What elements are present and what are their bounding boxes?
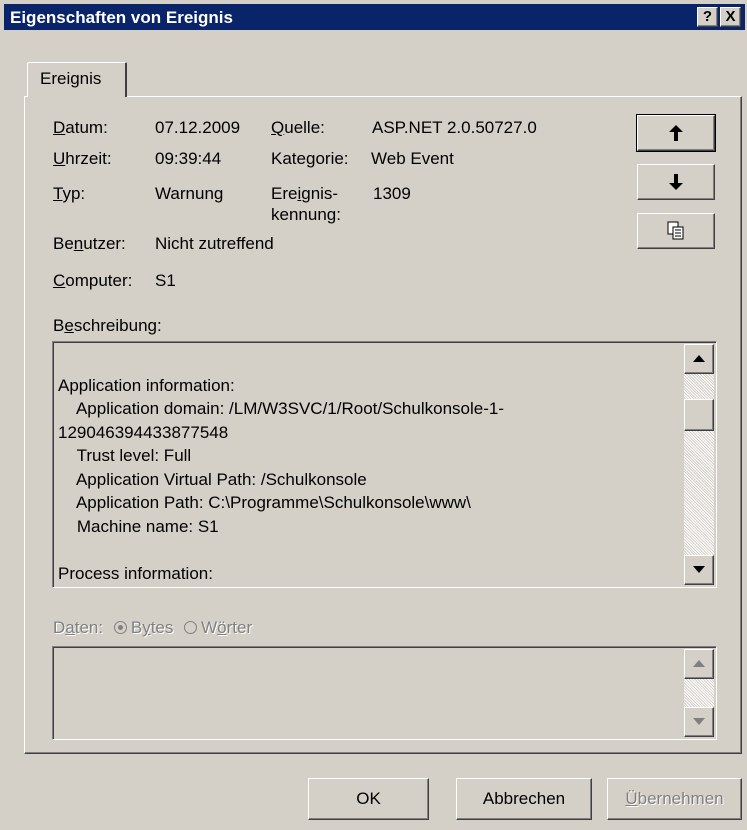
title-bar[interactable]: Eigenschaften von Ereignis ? X	[4, 4, 745, 30]
arrow-up-icon	[669, 125, 683, 141]
uhrzeit-value: 09:39:44	[155, 149, 222, 168]
kennung-label-1: Ereignis-	[271, 184, 339, 203]
data-box[interactable]	[52, 646, 717, 740]
benutzer-value: Nicht zutreffend	[155, 234, 274, 253]
data-format-group: Daten: Bytes Wörter	[53, 618, 252, 638]
typ-value: Warnung	[155, 184, 224, 203]
scroll-up-icon	[693, 355, 705, 362]
datum-value: 07.12.2009	[155, 118, 241, 137]
close-button[interactable]: X	[720, 7, 741, 27]
data-scrollbar	[684, 649, 714, 737]
words-radio[interactable]: Wörter	[184, 618, 252, 637]
data-scroll-down-button	[684, 707, 714, 737]
description-box[interactable]: Application information: Application dom…	[52, 341, 717, 588]
scroll-down-icon	[693, 566, 705, 573]
scroll-thumb[interactable]	[684, 399, 714, 431]
data-scroll-down-icon	[693, 718, 705, 725]
ok-button[interactable]: OK	[308, 778, 429, 820]
description-scrollbar[interactable]	[684, 344, 714, 585]
bytes-radio[interactable]: Bytes	[113, 618, 174, 637]
words-radio-label: Wörter	[201, 618, 253, 637]
cancel-button[interactable]: Abbrechen	[456, 778, 592, 820]
bytes-radio-dot	[113, 621, 127, 634]
computer-label: Computer:	[53, 271, 133, 290]
tab-ereignis[interactable]: Ereignis	[27, 62, 127, 97]
bytes-radio-label: Bytes	[130, 618, 174, 637]
description-text: Application information: Application dom…	[58, 375, 504, 583]
copy-button[interactable]	[637, 213, 715, 249]
apply-button[interactable]: Übernehmen	[607, 778, 742, 820]
data-scroll-up-icon	[693, 660, 705, 667]
copy-icon	[667, 221, 684, 240]
kennung-label-2: kennung:	[271, 205, 341, 224]
computer-value: S1	[155, 271, 176, 290]
data-scroll-up-button	[684, 649, 714, 679]
kennung-value: 1309	[373, 184, 411, 203]
arrow-down-icon	[669, 174, 683, 190]
event-properties-dialog: Eigenschaften von Ereignis ? X Ereignis …	[0, 0, 747, 830]
uhrzeit-label: Uhrzeit:	[53, 149, 112, 168]
scroll-down-button[interactable]	[684, 555, 714, 585]
tab-ereignis-label: Ereignis	[40, 69, 102, 88]
typ-label: Typ:	[53, 184, 86, 203]
quelle-value: ASP.NET 2.0.50727.0	[372, 118, 537, 137]
quelle-label: Quelle:	[271, 118, 325, 137]
words-radio-dot	[184, 621, 198, 634]
description-label: Beschreibung:	[53, 316, 162, 335]
datum-label: Datum:	[53, 118, 108, 137]
kategorie-value: Web Event	[371, 149, 454, 168]
data-label: Daten:	[53, 618, 104, 637]
kategorie-label: Kategorie:	[271, 149, 349, 168]
help-button[interactable]: ?	[697, 7, 718, 27]
window-title: Eigenschaften von Ereignis	[10, 8, 233, 27]
next-event-button[interactable]	[637, 164, 715, 200]
scroll-up-button[interactable]	[684, 344, 714, 374]
previous-event-button[interactable]	[636, 114, 716, 152]
benutzer-label: Benutzer:	[53, 234, 126, 253]
